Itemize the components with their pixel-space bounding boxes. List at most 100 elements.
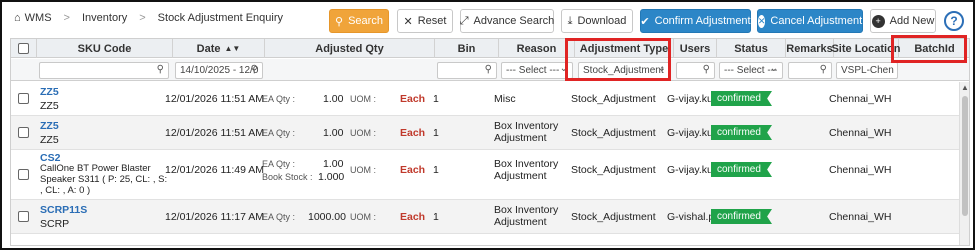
adjustment-type-value: Stock_Adjustment	[571, 211, 656, 223]
bin-value: 1	[433, 211, 439, 223]
sku-description: ZZ5	[40, 100, 59, 112]
adjustment-type-value: Stock_Adjustment	[571, 93, 656, 105]
user-value: G-vijay.ku	[667, 127, 713, 139]
user-value: G-vijay.ku	[667, 93, 713, 105]
site-location-value: Chennai_WH	[829, 211, 892, 223]
chevron-down-icon: ⌄	[559, 63, 568, 74]
adjustment-type-value: Stock_Adjustment	[571, 164, 656, 176]
sku-link[interactable]: SCRP11S	[40, 204, 87, 216]
ea-qty-label: EA Qty :	[262, 159, 296, 169]
table-row[interactable]: ZZ5 ZZ5 12/01/2026 11:51 AM EA Qty : 1.0…	[11, 82, 959, 116]
home-icon[interactable]: ⌂	[14, 12, 21, 24]
search-button[interactable]: ⚲ Search	[329, 9, 389, 33]
row-checkbox[interactable]	[18, 93, 29, 104]
date-range-filter[interactable]: 14/10/2025 - 12/0 ⚲	[175, 62, 263, 79]
chevron-down-icon: ⌄	[769, 63, 778, 74]
table-row[interactable]: CS2 CallOne BT Power Blaster Speaker S31…	[11, 150, 959, 200]
remarks-filter-input[interactable]: ⚲	[788, 62, 832, 79]
row-checkbox[interactable]	[18, 169, 29, 180]
row-date: 12/01/2026 11:51 AM	[165, 93, 265, 105]
plus-icon: +	[871, 14, 885, 28]
add-new-button[interactable]: + Add New	[870, 9, 936, 33]
header-remarks[interactable]: Remarks	[786, 39, 834, 58]
header-users[interactable]: Users	[674, 39, 717, 58]
sku-description: , CL: , A: 0 )	[40, 185, 91, 196]
scroll-up-icon[interactable]: ▲	[961, 83, 969, 92]
header-status[interactable]: Status	[717, 39, 786, 58]
header-site-location[interactable]: Site Location	[831, 39, 901, 58]
header-reason[interactable]: Reason	[499, 39, 575, 58]
search-icon: ⚲	[335, 15, 344, 28]
header-adjustment-type[interactable]: Adjustment Type	[575, 39, 674, 58]
reset-button-label: Reset	[417, 15, 447, 27]
header-bin[interactable]: Bin	[435, 39, 499, 58]
user-value: G-vijay.ku	[667, 164, 713, 176]
sku-description: CallOne BT Power Blaster	[40, 163, 151, 174]
book-stock-label: Book Stock :	[262, 172, 313, 182]
breadcrumb-home[interactable]: WMS	[25, 12, 52, 24]
sku-link[interactable]: ZZ5	[40, 86, 59, 98]
row-date: 12/01/2026 11:17 AM	[165, 211, 265, 223]
select-all-checkbox[interactable]	[18, 43, 29, 54]
search-icon: ⚲	[819, 64, 827, 75]
breadcrumb-section[interactable]: Inventory	[82, 12, 127, 24]
reset-button[interactable]: ✕ Reset	[397, 9, 453, 33]
chevron-down-icon: ⌄	[657, 63, 666, 74]
reason-filter-select[interactable]: --- Select --- ⌄	[501, 62, 573, 79]
site-location-value: Chennai_WH	[829, 93, 892, 105]
row-checkbox[interactable]	[18, 127, 29, 138]
status-badge: confirmed	[711, 125, 772, 140]
ea-qty-value: 1.00	[323, 93, 344, 105]
users-filter-input[interactable]: ⚲	[676, 62, 715, 79]
sku-description: Speaker S311 ( P: 25, CL: , S:	[40, 174, 168, 185]
uom-label: UOM :	[350, 165, 376, 175]
breadcrumb-separator: >	[63, 12, 70, 24]
row-checkbox[interactable]	[18, 211, 29, 222]
check-icon: ✔	[640, 15, 650, 28]
sku-description: ZZ5	[40, 134, 59, 146]
site-location-filter[interactable]: VSPL-Chen	[836, 62, 898, 79]
confirm-adjustment-label: Confirm Adjustment	[654, 15, 751, 27]
bin-filter-input[interactable]: ⚲	[437, 62, 497, 79]
adjustment-type-filter-select[interactable]: Stock_Adjustment ⌄	[578, 62, 671, 79]
ea-qty-value: 1.00	[323, 127, 344, 139]
download-button[interactable]: ⤓ Download	[561, 9, 633, 33]
book-stock-value: 1.000	[318, 171, 345, 183]
bin-value: 1	[433, 93, 439, 105]
vertical-scrollbar[interactable]: ▲	[959, 82, 969, 245]
ea-qty-label: EA Qty :	[262, 212, 296, 222]
table-row[interactable]: ZZ5 ZZ5 12/01/2026 11:51 AM EA Qty : 1.0…	[11, 116, 959, 150]
status-filter-select[interactable]: --- Select --- ⌄	[719, 62, 783, 79]
breadcrumb: ⌂ WMS > Inventory > Stock Adjustment Enq…	[14, 12, 283, 24]
header-date[interactable]: Date ▲▼	[173, 39, 265, 58]
window-frame: ⌂ WMS > Inventory > Stock Adjustment Enq…	[0, 0, 975, 250]
uom-label: UOM :	[350, 212, 376, 222]
header-batch-id[interactable]: BatchId	[899, 39, 969, 58]
table-row[interactable]: SCRP11S SCRP 12/01/2026 11:17 AM EA Qty …	[11, 200, 959, 234]
uom-value: Each	[400, 211, 426, 223]
confirm-adjustment-button[interactable]: ✔ Confirm Adjustment	[640, 9, 751, 33]
row-date: 12/01/2026 11:49 AM	[165, 164, 265, 176]
download-button-label: Download	[577, 15, 627, 27]
cancel-adjustment-button[interactable]: ✕ Cancel Adjustment	[757, 9, 863, 33]
reason-value: Misc	[494, 93, 516, 105]
grid-header: SKU Code Date ▲▼ Adjusted Qty Bin Reason…	[11, 39, 969, 58]
sku-link[interactable]: ZZ5	[40, 120, 59, 132]
ea-qty-label: EA Qty :	[262, 94, 296, 104]
filter-row: ⚲ 14/10/2025 - 12/0 ⚲ ⚲ --- Select --- ⌄…	[11, 59, 969, 81]
site-location-value: Chennai_WH	[829, 127, 892, 139]
header-select-all-cell	[11, 39, 37, 58]
ea-qty-value: 1000.00	[308, 211, 346, 223]
header-adjusted-qty[interactable]: Adjusted Qty	[265, 39, 435, 58]
sort-icon[interactable]: ▲▼	[225, 44, 241, 53]
advance-search-button[interactable]: ⤢ Advance Search	[460, 9, 554, 33]
download-icon: ⤓	[567, 14, 573, 27]
scrollbar-thumb[interactable]	[962, 96, 968, 216]
close-icon: ✕	[403, 15, 413, 28]
expand-icon: ⤢	[459, 14, 469, 27]
uom-value: Each	[400, 93, 426, 105]
help-icon[interactable]: ?	[944, 11, 964, 31]
header-sku-code[interactable]: SKU Code	[37, 39, 173, 58]
sku-filter-input[interactable]: ⚲	[39, 62, 169, 79]
breadcrumb-page: Stock Adjustment Enquiry	[157, 12, 284, 24]
